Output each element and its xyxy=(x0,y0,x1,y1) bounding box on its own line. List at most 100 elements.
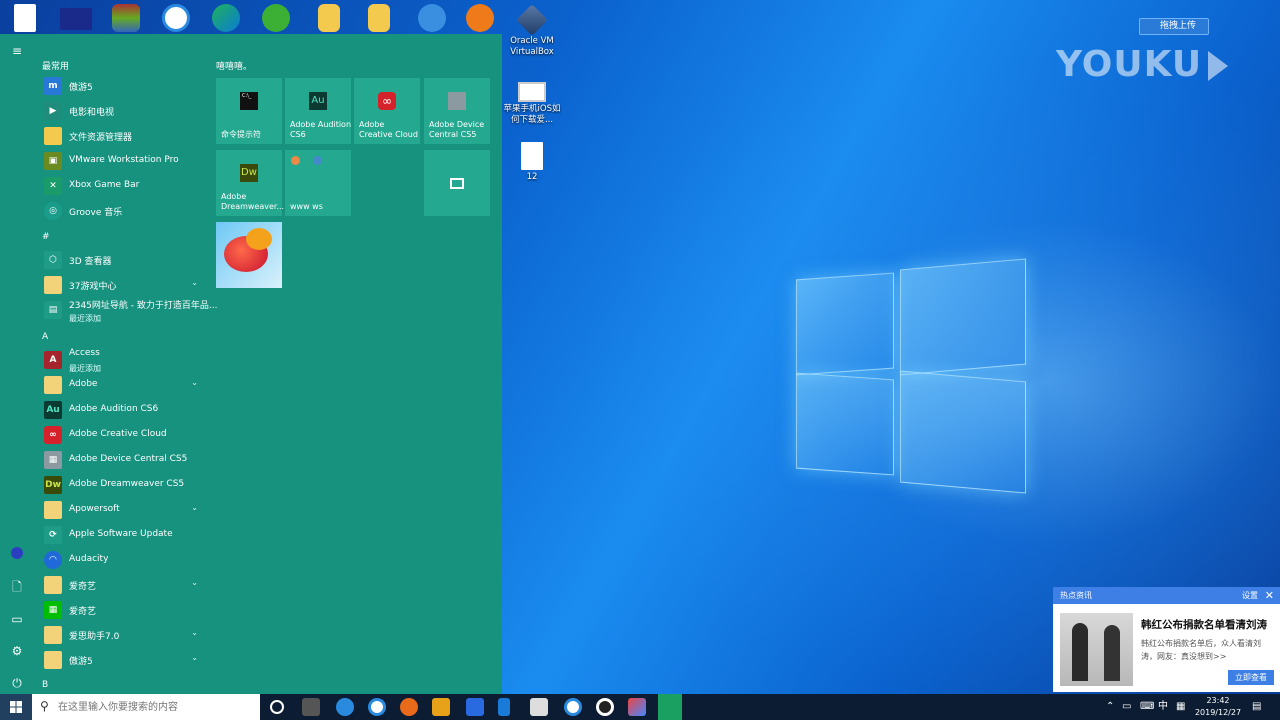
app-item-apowersoft[interactable]: Apowersoft ⌄ xyxy=(42,498,202,522)
desktop-icon-file-12[interactable]: 12 xyxy=(501,142,563,183)
qq-browser-icon[interactable] xyxy=(368,698,386,716)
task-view-icon[interactable] xyxy=(302,698,320,716)
app-item-file-explorer[interactable]: 文件资源管理器 xyxy=(42,124,202,148)
tray-chevron-up-icon[interactable]: ⌃ xyxy=(1106,694,1114,720)
chevron-down-icon: ⌄ xyxy=(191,278,198,287)
user-avatar-icon[interactable] xyxy=(8,546,26,564)
app-item-adobe-creative-cloud[interactable]: ∞ Adobe Creative Cloud xyxy=(42,423,202,447)
desktop-icon-label: Oracle VM VirtualBox xyxy=(510,36,554,57)
qq-browser-icon-2[interactable] xyxy=(564,698,582,716)
folder-icon xyxy=(44,127,62,145)
app-item-3d-viewer[interactable]: ⬡ 3D 查看器 xyxy=(42,248,202,272)
settings-gear-icon[interactable]: ⚙ xyxy=(8,642,26,660)
monitor-app-icon[interactable] xyxy=(530,698,548,716)
tile-group-header[interactable]: 嘻嘻嘻。 xyxy=(216,59,252,72)
app-item-iqiyi-folder[interactable]: 爱奇艺 ⌄ xyxy=(42,573,202,597)
news-headline[interactable]: 韩红公布捐款名单看清刘涛 xyxy=(1141,617,1267,632)
dreamweaver-icon: Dw xyxy=(44,476,62,494)
virtualbox-icon xyxy=(516,4,548,36)
document-icon[interactable] xyxy=(14,4,36,32)
app-icon-orange[interactable] xyxy=(432,698,450,716)
folder-icon-2[interactable] xyxy=(368,4,390,32)
tile-candy-crush[interactable] xyxy=(216,222,282,288)
wechat-icon[interactable] xyxy=(262,4,290,32)
app-item-adobe-audition[interactable]: Au Adobe Audition CS6 xyxy=(42,398,202,422)
section-header-hash[interactable]: # xyxy=(42,232,50,242)
kugou-icon[interactable] xyxy=(336,698,354,716)
tile-adobe-audition[interactable]: Au Adobe Audition CS6 xyxy=(285,78,351,144)
desktop-top-icon-row xyxy=(0,0,500,34)
taskbar-clock[interactable]: 23:42 2019/12/27 xyxy=(1192,695,1244,719)
start-button[interactable] xyxy=(0,694,32,720)
app-item-audacity[interactable]: ◠ Audacity xyxy=(42,548,202,572)
tile-adobe-device-central[interactable]: Adobe Device Central CS5 xyxy=(424,78,490,144)
app-item-maxthon[interactable]: m 傲游5 xyxy=(42,74,202,98)
documents-icon[interactable]: 🗋 xyxy=(8,578,26,596)
app-item-2345[interactable]: ▤ 2345网址导航 - 致力于打造百年品... 最近添加 xyxy=(42,298,217,323)
bird-app-icon[interactable] xyxy=(418,4,446,32)
power-icon[interactable]: ⏻ xyxy=(8,674,26,692)
tile-adobe-dreamweaver[interactable]: Dw Adobe Dreamweaver... xyxy=(216,150,284,216)
app-item-37-game-center[interactable]: 37游戏中心 ⌄ xyxy=(42,273,202,297)
tile-www-ws[interactable]: www ws xyxy=(285,150,351,216)
upload-button[interactable]: 拖拽上传 xyxy=(1139,18,1209,35)
folder-icon[interactable] xyxy=(318,4,340,32)
ime-indicator[interactable]: 中 xyxy=(1158,694,1168,720)
edge-icon[interactable] xyxy=(212,4,240,32)
section-header-b[interactable]: B xyxy=(42,680,48,690)
tile-label: Adobe Audition CS6 xyxy=(290,120,352,139)
app-item-access[interactable]: A Access 最近添加 xyxy=(42,348,202,373)
desktop-icon-label: 苹果手机iOS如何下载爱... xyxy=(503,104,561,125)
app-list: 最常用 m 傲游5 ▶ 电影和电视 文件资源管理器 ▣ VMware Works… xyxy=(34,34,217,694)
record-icon[interactable] xyxy=(596,698,614,716)
tile-this-pc[interactable] xyxy=(424,150,490,216)
cortana-icon[interactable] xyxy=(270,700,284,714)
desktop-icon-virtualbox[interactable]: Oracle VM VirtualBox xyxy=(501,4,563,58)
app-item-maxthon-folder[interactable]: 傲游5 ⌄ xyxy=(42,648,202,672)
news-thumbnail[interactable] xyxy=(1060,613,1133,686)
search-input[interactable] xyxy=(58,699,253,715)
audition-icon: Au xyxy=(44,401,62,419)
qq-browser-icon[interactable] xyxy=(162,4,190,32)
app-item-adobe[interactable]: Adobe ⌄ xyxy=(42,373,202,397)
tile-label: 命令提示符 xyxy=(221,130,261,139)
app-icon-redblue[interactable] xyxy=(628,698,646,716)
app-item-adobe-device-central[interactable]: ▦ Adobe Device Central CS5 xyxy=(42,448,202,472)
section-header-a[interactable]: A xyxy=(42,332,48,342)
app-item-vmware[interactable]: ▣ VMware Workstation Pro xyxy=(42,149,202,173)
news-settings-link[interactable]: 设置 xyxy=(1242,587,1258,604)
tile-command-prompt[interactable]: C:\_ 命令提示符 xyxy=(216,78,282,144)
blue-app-icon[interactable] xyxy=(498,698,510,716)
grid-icon[interactable]: ▦ xyxy=(1176,694,1185,720)
view-now-button[interactable]: 立即查看 xyxy=(1228,670,1274,685)
tile-adobe-creative-cloud[interactable]: ∞ Adobe Creative Cloud xyxy=(354,78,420,144)
hamburger-menu-icon[interactable]: ≡ xyxy=(8,42,26,60)
creative-cloud-icon: ∞ xyxy=(378,92,396,110)
app-item-iqiyi[interactable]: ▦ 爱奇艺 xyxy=(42,598,202,622)
pictures-icon[interactable]: ▭ xyxy=(8,610,26,628)
tile-label: www ws xyxy=(290,202,323,211)
player-icon[interactable] xyxy=(400,698,418,716)
app-item-movies-tv[interactable]: ▶ 电影和电视 xyxy=(42,99,202,123)
app-label: Adobe Creative Cloud xyxy=(69,429,167,439)
app-label: 电影和电视 xyxy=(69,108,115,118)
keyboard-icon[interactable]: ⌨ xyxy=(1140,694,1154,720)
active-app-icon[interactable] xyxy=(658,694,682,720)
winrar-icon[interactable] xyxy=(112,4,140,32)
windows-logo-wallpaper xyxy=(796,256,1028,494)
network-icon[interactable]: ▭ xyxy=(1122,694,1131,720)
monitor-app-icon[interactable] xyxy=(60,8,92,30)
app-item-groove-music[interactable]: ◎ Groove 音乐 xyxy=(42,199,202,223)
notification-icon[interactable]: ▤ xyxy=(1252,694,1261,720)
u-app-icon[interactable] xyxy=(466,698,484,716)
app-item-xbox-game-bar[interactable]: ✕ Xbox Game Bar xyxy=(42,174,202,198)
app-item-apple-software-update[interactable]: ⟳ Apple Software Update xyxy=(42,523,202,547)
close-icon[interactable]: ✕ xyxy=(1265,587,1274,604)
orange-app-icon[interactable] xyxy=(466,4,494,32)
folder-icon xyxy=(44,576,62,594)
app-item-i4-assistant[interactable]: 爱思助手7.0 ⌄ xyxy=(42,623,202,647)
taskbar-search[interactable]: ⚲ xyxy=(32,694,260,720)
app-small-icon-2 xyxy=(313,156,322,165)
app-item-adobe-dreamweaver[interactable]: Dw Adobe Dreamweaver CS5 xyxy=(42,473,202,497)
desktop-icon-ios-download[interactable]: 苹果手机iOS如何下载爱... xyxy=(501,82,563,126)
